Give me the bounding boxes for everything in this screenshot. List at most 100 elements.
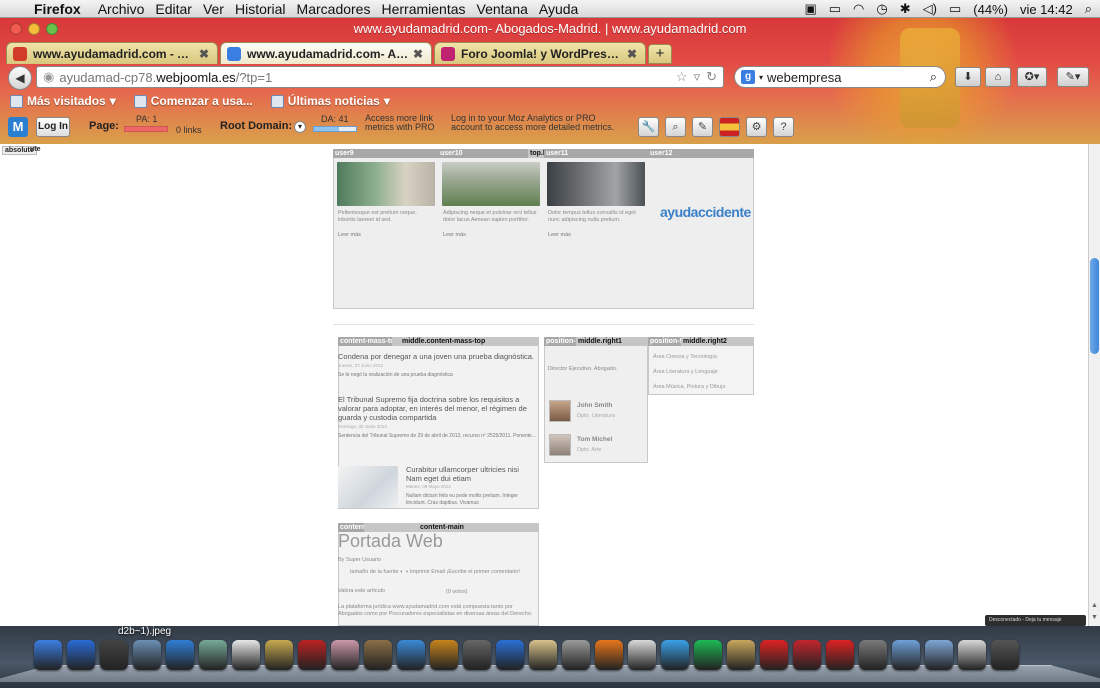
menu-ayuda[interactable]: Ayuda xyxy=(539,1,589,17)
dock-app-icon[interactable] xyxy=(463,640,491,670)
dock-app-icon[interactable] xyxy=(958,640,986,670)
area-link[interactable]: Área Música, Pintura y Dibujo xyxy=(653,384,725,390)
news-title-link[interactable]: Curabitur ullamcorper ultricies nisi Nam… xyxy=(406,465,536,483)
dock-app-icon[interactable] xyxy=(760,640,788,670)
dock-app-icon[interactable] xyxy=(562,640,590,670)
menu-ventana[interactable]: Ventana xyxy=(477,1,539,17)
person-name[interactable]: John Smith xyxy=(577,402,612,409)
dock-app-icon[interactable] xyxy=(892,640,920,670)
search-engine-dropdown-icon[interactable]: ▾ xyxy=(759,73,763,82)
avatar[interactable] xyxy=(549,400,571,422)
scroll-up-arrow-icon[interactable]: ▲ xyxy=(1091,602,1098,609)
read-more-link[interactable]: Leer más xyxy=(338,232,361,238)
bookmark-star-icon[interactable]: ☆ xyxy=(676,69,688,85)
menu-editar[interactable]: Editar xyxy=(155,1,203,17)
display-icon[interactable]: ▣ xyxy=(804,1,816,17)
news-thumbnail-businessman[interactable] xyxy=(338,466,398,508)
read-more-link[interactable]: Leer más xyxy=(548,232,571,238)
dock-app-icon[interactable] xyxy=(826,640,854,670)
tab-close-icon[interactable]: ✖ xyxy=(625,47,639,61)
article-thumbnail-students[interactable] xyxy=(442,162,540,206)
article-tools[interactable]: tamaño de la fuente ◐ ◑ Imprimir Email ¡… xyxy=(350,569,520,576)
reload-icon[interactable]: ↻ xyxy=(706,69,717,85)
wifi-icon[interactable]: ◠ xyxy=(853,1,864,17)
downloads-icon[interactable]: ⬇ xyxy=(955,67,981,87)
magnify-icon[interactable]: ⌕ xyxy=(665,117,686,137)
bookmark-ultimas-noticias[interactable]: Últimas noticias ▾ xyxy=(270,94,390,108)
pencil-icon[interactable]: ✎ xyxy=(692,117,713,137)
url-dropdown-icon[interactable]: ▿ xyxy=(694,69,701,85)
dock-app-icon[interactable] xyxy=(529,640,557,670)
page-scrollbar[interactable]: ▲ ▼ xyxy=(1088,144,1100,626)
dock-app-icon[interactable] xyxy=(661,640,689,670)
dock-app-icon[interactable] xyxy=(793,640,821,670)
menu-herramientas[interactable]: Herramientas xyxy=(381,1,476,17)
dock-app-icon[interactable] xyxy=(331,640,359,670)
moz-root-dropdown-icon[interactable]: ▾ xyxy=(294,121,306,133)
moz-logo-icon[interactable]: M xyxy=(8,117,28,137)
menu-historial[interactable]: Historial xyxy=(235,1,297,17)
dock-app-icon[interactable] xyxy=(628,640,656,670)
scroll-down-arrow-icon[interactable]: ▼ xyxy=(1091,614,1098,621)
search-icon[interactable]: ⌕ xyxy=(930,69,937,85)
chat-status-toast[interactable]: Desconectado - Deja tu mensaje xyxy=(985,615,1086,626)
article-thumbnail-classroom[interactable] xyxy=(337,162,435,206)
spain-flag-icon[interactable] xyxy=(719,117,740,137)
dock-app-icon[interactable] xyxy=(859,640,887,670)
dock-app-icon[interactable] xyxy=(100,640,128,670)
dock-app-icon[interactable] xyxy=(694,640,722,670)
menu-archivo[interactable]: Archivo xyxy=(98,1,156,17)
area-link[interactable]: Área Literatura y Lenguaje xyxy=(653,369,718,375)
dock-app-icon[interactable] xyxy=(199,640,227,670)
dock-app-icon[interactable] xyxy=(925,640,953,670)
tab-foro-joomla[interactable]: Foro Joomla! y WordPress :: Nue... ✖ xyxy=(434,42,646,64)
article-thumbnail-study[interactable] xyxy=(547,162,645,206)
time-machine-icon[interactable]: ◷ xyxy=(876,1,887,17)
avatar[interactable] xyxy=(549,434,571,456)
menu-ver[interactable]: Ver xyxy=(203,1,235,17)
news-title-link[interactable]: El Tribunal Supremo fija doctrina sobre … xyxy=(338,395,536,422)
search-input[interactable]: webempresa xyxy=(767,70,841,85)
wrench-icon[interactable]: 🔧 xyxy=(638,117,659,137)
new-tab-button[interactable]: + xyxy=(648,44,672,64)
dock-app-icon[interactable] xyxy=(232,640,260,670)
dock-app-icon[interactable] xyxy=(298,640,326,670)
site-identity-icon[interactable]: ◉ xyxy=(43,69,54,85)
dock-app-icon[interactable] xyxy=(496,640,524,670)
dock-app-icon[interactable] xyxy=(991,640,1019,670)
dock-app-icon[interactable] xyxy=(727,640,755,670)
dock-app-icon[interactable] xyxy=(166,640,194,670)
dock-app-icon[interactable] xyxy=(364,640,392,670)
moz-login-button[interactable]: Log In xyxy=(36,117,70,137)
tab-close-icon[interactable]: ✖ xyxy=(197,47,211,61)
spotlight-icon[interactable]: ⌕ xyxy=(1085,1,1092,17)
dock-app-icon[interactable] xyxy=(34,640,62,670)
moz-login-pro[interactable]: Log in to your Moz Analytics or PRO acco… xyxy=(451,114,621,132)
home-icon[interactable]: ⌂ xyxy=(985,67,1011,87)
tab-close-icon[interactable]: ✖ xyxy=(411,47,425,61)
bluetooth-icon[interactable]: ✱ xyxy=(900,1,911,17)
dock-app-icon[interactable] xyxy=(595,640,623,670)
news-title-link[interactable]: Condena por denegar a una joven una prue… xyxy=(338,352,534,361)
monitor-icon[interactable]: ▭ xyxy=(829,1,841,17)
dock-app-icon[interactable] xyxy=(430,640,458,670)
dock-app-icon[interactable] xyxy=(265,640,293,670)
extension-icon[interactable]: ✎▾ xyxy=(1057,67,1089,87)
dock-app-icon[interactable] xyxy=(133,640,161,670)
moz-access-more[interactable]: Access more link metrics with PRO xyxy=(365,114,435,132)
url-bar[interactable]: ◉ ayudamad-cp78. webjoomla.es /?tp=1 ☆ ▿… xyxy=(36,66,724,88)
addon-icon[interactable]: ✪▾ xyxy=(1017,67,1047,87)
google-engine-icon[interactable]: g xyxy=(741,70,755,84)
battery-icon[interactable]: ▭ xyxy=(949,1,961,17)
read-more-link[interactable]: Leer más xyxy=(443,232,466,238)
volume-icon[interactable]: ◁) xyxy=(923,1,937,17)
help-icon[interactable]: ? xyxy=(773,117,794,137)
back-button[interactable]: ◀ xyxy=(8,66,32,90)
dock-app-icon[interactable] xyxy=(67,640,95,670)
clock[interactable]: vie 14:42 xyxy=(1020,2,1073,17)
area-link[interactable]: Área Ciencia y Tecnología xyxy=(653,354,717,360)
ayudaccidente-logo[interactable]: ayudaccidente xyxy=(660,204,751,220)
tab-ayudamadrid-active[interactable]: www.ayudamadrid.com- Aboga... ✖ xyxy=(220,42,432,64)
person-name[interactable]: Tom Michel xyxy=(577,436,612,443)
bookmark-comenzar[interactable]: Comenzar a usa... xyxy=(133,94,253,108)
